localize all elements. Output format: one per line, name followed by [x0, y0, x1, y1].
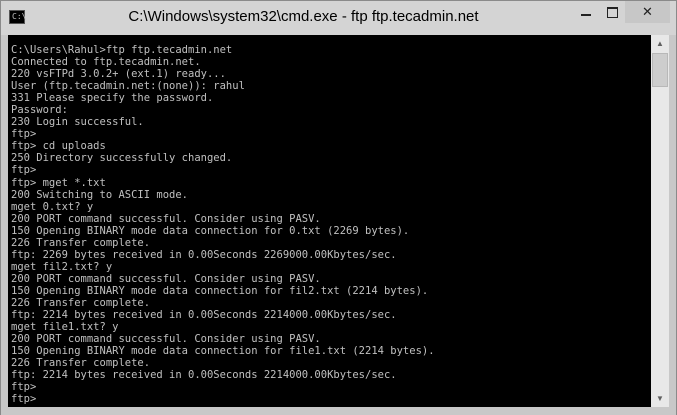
console-line: ftp>	[11, 164, 37, 177]
console-line: 150 Opening BINARY mode data connection …	[11, 284, 429, 297]
minimize-icon	[581, 14, 591, 16]
console-line: 220 vsFTPd 3.0.2+ (ext.1) ready...	[11, 68, 226, 81]
console-line: ftp: 2214 bytes received in 0.00Seconds …	[11, 369, 397, 382]
console-line: mget 0.txt? y	[11, 200, 94, 213]
close-icon: ✕	[642, 4, 653, 19]
console-line: 200 PORT command successful. Consider us…	[11, 333, 321, 346]
console-line: 200 Switching to ASCII mode.	[11, 188, 189, 201]
console-line: Password:	[11, 104, 68, 117]
console-line: ftp: 2214 bytes received in 0.00Seconds …	[11, 309, 397, 322]
scroll-thumb[interactable]	[652, 53, 668, 87]
vertical-scrollbar[interactable]: ▲ ▼	[651, 35, 669, 407]
console-text: C:\Users\Rahul>ftp ftp.tecadmin.net Conn…	[8, 35, 651, 405]
console-line: 230 Login successful.	[11, 116, 144, 129]
console-line: mget file1.txt? y	[11, 321, 119, 334]
console-line: 226 Transfer complete.	[11, 296, 151, 309]
console-output[interactable]: C:\Users\Rahul>ftp ftp.tecadmin.net Conn…	[8, 35, 651, 407]
console-line: ftp> cd uploads	[11, 140, 106, 153]
scroll-up-icon[interactable]: ▲	[651, 35, 669, 52]
minimize-button[interactable]	[573, 1, 599, 23]
console-line: C:\Users\Rahul>ftp ftp.tecadmin.net	[11, 44, 233, 56]
window-bottom-border	[1, 407, 676, 415]
console-line: 200 PORT command successful. Consider us…	[11, 272, 321, 285]
console-line: 226 Transfer complete.	[11, 357, 151, 370]
console-line: ftp: 2269 bytes received in 0.00Seconds …	[11, 248, 397, 261]
console-line: 150 Opening BINARY mode data connection …	[11, 224, 410, 237]
console-line: 226 Transfer complete.	[11, 236, 151, 249]
console-line: 331 Please specify the password.	[11, 92, 214, 105]
maximize-button[interactable]	[599, 1, 625, 23]
cmd-icon-label: C:\	[12, 12, 27, 21]
title-bar[interactable]: C:\ C:\Windows\system32\cmd.exe - ftp ft…	[1, 1, 676, 35]
console-line: 150 Opening BINARY mode data connection …	[11, 345, 435, 358]
console-line: ftp>	[11, 128, 37, 141]
console-line: User (ftp.tecadmin.net:(none)): rahul	[11, 80, 245, 93]
close-button[interactable]: ✕	[625, 1, 670, 23]
scroll-down-icon[interactable]: ▼	[651, 390, 669, 407]
window-title: C:\Windows\system32\cmd.exe - ftp ftp.te…	[128, 8, 479, 25]
console-line: ftp>	[11, 393, 37, 406]
console-line: ftp>	[11, 381, 37, 394]
console-line: Connected to ftp.tecadmin.net.	[11, 56, 201, 69]
console-line: mget fil2.txt? y	[11, 260, 113, 273]
cmd-app-icon[interactable]: C:\	[9, 10, 27, 24]
console-line: 200 PORT command successful. Consider us…	[11, 212, 321, 225]
console-line: ftp> mget *.txt	[11, 176, 106, 189]
console-line: 250 Directory successfully changed.	[11, 152, 233, 165]
cmd-window: C:\ C:\Windows\system32\cmd.exe - ftp ft…	[0, 0, 677, 415]
maximize-icon	[606, 6, 618, 18]
